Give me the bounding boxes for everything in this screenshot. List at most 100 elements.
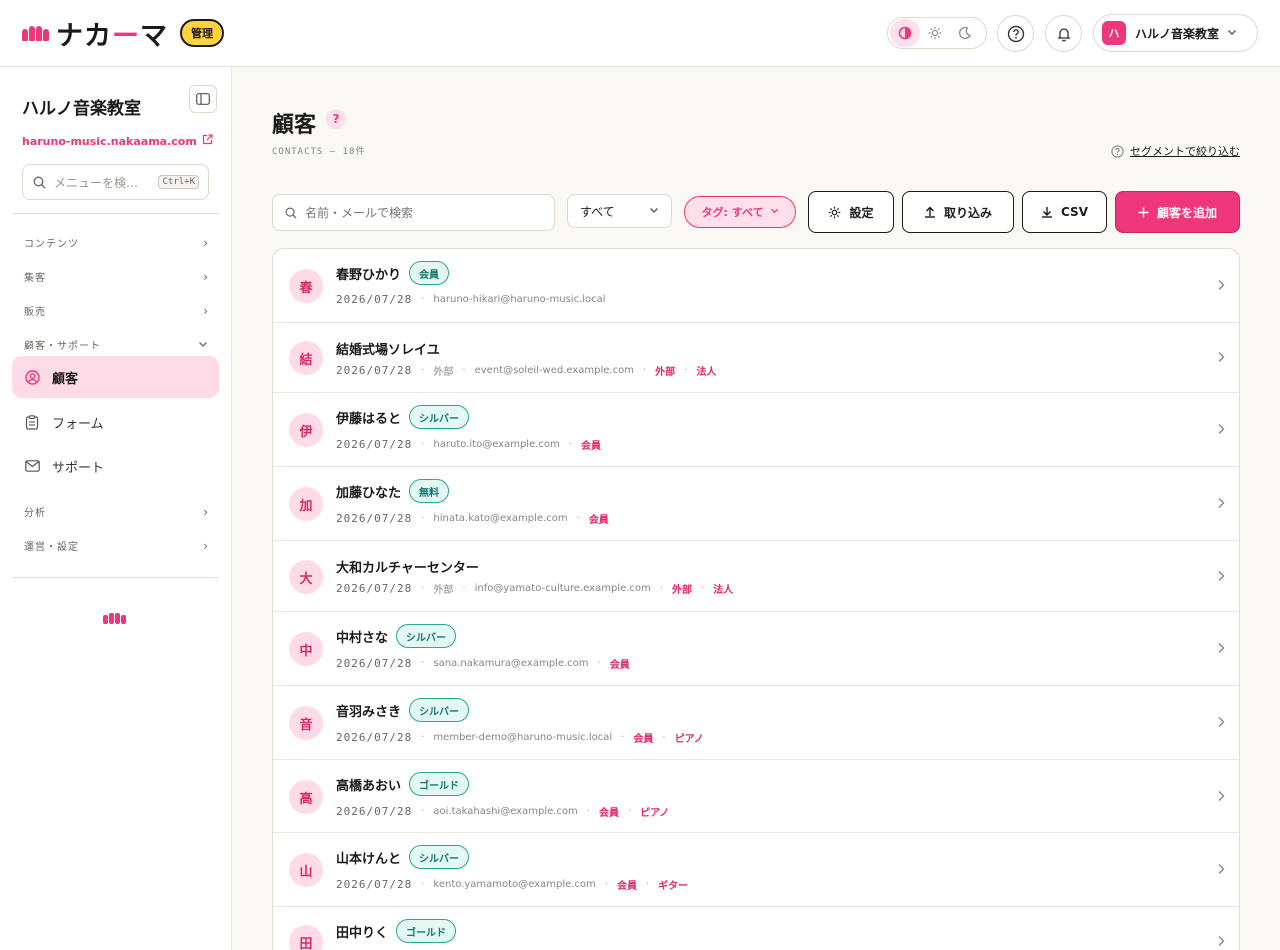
created-date: 2026/07/28 [336,293,413,306]
contact-email: event@soleil-wed.example.com [474,365,634,376]
account-menu[interactable]: ハ ハルノ音楽教室 [1093,14,1258,52]
contact-name-line: 高橋あおい ゴールド [336,772,470,796]
contact-tag[interactable]: 外部 [655,363,675,378]
contact-list: 春春野ひかり 会員 2026/07/28 · haruno-hikari@haruno-… [272,248,1240,950]
contact-avatar: 結 [289,341,323,375]
contact-meta: 2026/07/28 · sana.nakamura@example.com · 会員 [336,656,630,671]
help-button[interactable] [997,15,1034,52]
chevron-right-icon: › [203,235,208,250]
contact-tag[interactable]: 会員 [599,804,619,819]
import-button[interactable]: 取り込み [902,191,1014,233]
nav-group-analytics[interactable]: 分析 › [24,504,208,520]
contact-meta: 2026/07/28 · hinata.kato@example.com · 会員 [336,511,609,526]
help-question-icon[interactable]: ? [326,109,346,129]
contact-tag[interactable]: ギター [658,877,688,892]
light-mode-icon[interactable] [920,19,950,47]
chevron-right-icon [1217,935,1225,950]
nav-group-marketing[interactable]: 集客 › [24,269,208,285]
chevron-down-icon [198,338,208,352]
contact-row[interactable]: 田田中りく ゴールド [273,907,1239,950]
contact-name: 音羽みさき [336,704,402,720]
contact-email: haruto.ito@example.com [433,439,560,450]
theme-toggle[interactable] [887,17,987,49]
plan-badge: ゴールド [409,772,470,796]
csv-export-button[interactable]: CSV [1022,191,1107,233]
created-date: 2026/07/28 [336,364,413,377]
contact-name: 加藤ひなた [336,485,402,501]
contact-name: 田中りく [336,925,389,941]
account-avatar: ハ [1102,21,1126,45]
contact-row[interactable]: 山山本けんと シルバー 2026/07/28 · kento.yamamoto@exam… [273,833,1239,907]
status-filter-select[interactable]: すべて [567,194,672,228]
contact-email: info@yamato-culture.example.com [474,583,651,594]
search-icon [285,207,297,219]
sidebar: ハルノ音楽教室 haruno-music.nakaama.com メニューを検…… [0,67,232,950]
contact-tag[interactable]: ピアノ [675,730,704,745]
created-date: 2026/07/28 [336,731,413,744]
contact-name: 山本けんと [336,851,402,867]
contact-row[interactable]: 大大和カルチャーセンター 2026/07/28 · 外部 · info@yamato-cu… [273,541,1239,612]
contact-row[interactable]: 音音羽みさき シルバー 2026/07/28 · member-demo@haruno-… [273,686,1239,760]
sidebar-item-customers[interactable]: 顧客 [12,356,219,398]
sidebar-divider [12,577,219,578]
account-name: ハルノ音楽教室 [1135,26,1220,41]
contact-avatar: 加 [289,487,323,521]
contact-row[interactable]: 春春野ひかり 会員 2026/07/28 · haruno-hikari@haruno-… [273,249,1239,323]
menu-search-input[interactable]: メニューを検… Ctrl+K [22,164,209,200]
chevron-right-icon: › [203,504,208,519]
contact-tag[interactable]: 法人 [713,581,733,596]
page-title: 顧客 [272,113,317,138]
sidebar-item-support[interactable]: サポート [12,445,219,487]
contact-row[interactable]: 結結婚式場ソレイユ 2026/07/28 · 外部 · event@soleil-wed.… [273,323,1239,393]
notifications-button[interactable] [1045,15,1082,52]
sidebar-collapse-button[interactable] [189,85,217,113]
contact-row[interactable]: 加加藤ひなた 無料 2026/07/28 · hinata.kato@example.c… [273,467,1239,541]
contact-tag[interactable]: 会員 [633,730,653,745]
logo-people-icon [22,25,50,41]
chevron-down-icon [1227,26,1237,40]
settings-button[interactable]: 設定 [808,191,894,233]
sidebar-item-forms[interactable]: フォーム [12,401,219,443]
contact-meta: 2026/07/28 · haruto.ito@example.com · 会員 [336,437,601,452]
contact-tag[interactable]: 会員 [589,511,609,526]
nav-group-customers[interactable]: 顧客・サポート [24,337,208,352]
created-date: 2026/07/28 [336,438,413,451]
contact-tag[interactable]: 法人 [696,363,716,378]
contact-search-input[interactable]: 名前・メールで検索 [272,194,555,231]
search-icon [33,176,46,188]
contact-row[interactable]: 高高橋あおい ゴールド 2026/07/28 · aoi.takahashi@examp… [273,760,1239,833]
chevron-down-icon [770,206,779,218]
nav-group-contents[interactable]: コンテンツ › [24,235,208,251]
contact-tag[interactable]: 会員 [617,877,637,892]
gear-icon [828,206,841,219]
contrast-mode-icon[interactable] [890,19,920,47]
app-logo[interactable]: ナカーマ 管理 [22,14,224,53]
contact-name-line: 伊藤はると シルバー [336,405,470,429]
contact-tag[interactable]: ピアノ [640,804,669,819]
contact-name-line: 中村さな シルバー [336,624,457,648]
created-date: 2026/07/28 [336,805,413,818]
chevron-right-icon [1217,351,1225,367]
chevron-right-icon [1217,423,1225,439]
plan-badge: シルバー [409,698,470,722]
site-link[interactable]: haruno-music.nakaama.com [22,134,213,148]
contact-name: 高橋あおい [336,778,402,794]
contact-email: aoi.takahashi@example.com [433,806,578,817]
tag-filter-button[interactable]: タグ: すべて [684,196,796,228]
plan-badge: ゴールド [396,919,457,943]
plan-badge: 無料 [409,479,450,503]
main-content: 顧客 ? CONTACTS — 18件 セグメントで絞り込む 名前・メールで検索… [232,67,1280,950]
nav-group-operations[interactable]: 運営・設定 › [24,538,208,554]
contact-tag[interactable]: 会員 [581,437,601,452]
contact-name-line: 加藤ひなた 無料 [336,479,450,503]
footer-logo-icon [103,613,127,624]
contact-tag[interactable]: 会員 [610,656,630,671]
contact-row[interactable]: 伊伊藤はると シルバー 2026/07/28 · haruto.ito@example.… [273,393,1239,467]
add-contact-button[interactable]: 顧客を追加 [1115,191,1240,233]
nav-group-sales[interactable]: 販売 › [24,303,208,319]
dark-mode-icon[interactable] [950,19,980,47]
help-circle-icon [1007,25,1024,42]
contact-tag[interactable]: 外部 [672,581,692,596]
segment-filter-link[interactable]: セグメントで絞り込む [1111,143,1240,159]
contact-row[interactable]: 中中村さな シルバー 2026/07/28 · sana.nakamura@exampl… [273,612,1239,686]
